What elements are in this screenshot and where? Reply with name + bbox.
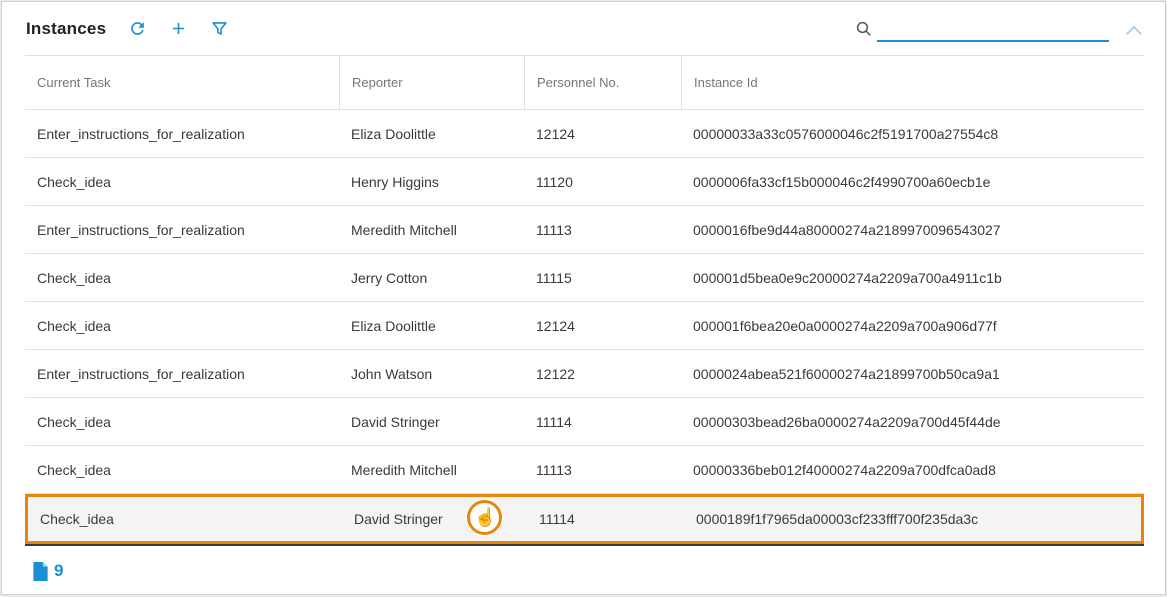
table-row[interactable]: Enter_instructions_for_realization Eliza… <box>25 110 1144 158</box>
cell-reporter: Jerry Cotton <box>339 270 524 286</box>
cursor-highlight-ring: ☝ <box>467 500 502 535</box>
cell-personnel-no: 12124 <box>524 126 681 142</box>
filter-button[interactable] <box>210 19 229 38</box>
column-header-personnel-no[interactable]: Personnel No. <box>524 56 681 109</box>
table-row[interactable]: Check_idea David Stringer 11114 00000303… <box>25 398 1144 446</box>
cell-personnel-no: 11113 <box>524 222 681 238</box>
hand-cursor-icon: ☝ <box>474 507 496 528</box>
cell-instance-id: 0000024abea521f60000274a21899700b50ca9a1 <box>681 366 1144 382</box>
cell-personnel-no: 11114 <box>524 414 681 430</box>
column-header-reporter[interactable]: Reporter <box>339 56 524 109</box>
table-row[interactable]: Enter_instructions_for_realization Mered… <box>25 206 1144 254</box>
table-row[interactable]: Enter_instructions_for_realization John … <box>25 350 1144 398</box>
cell-current-task: Enter_instructions_for_realization <box>25 126 339 142</box>
toolbar: Instances <box>2 2 1165 55</box>
cell-reporter: Meredith Mitchell <box>339 462 524 478</box>
instances-table: Current Task Reporter Personnel No. Inst… <box>25 55 1144 546</box>
cell-personnel-no: 11114 <box>527 511 684 527</box>
table-row[interactable]: Check_idea Jerry Cotton 11115 000001d5be… <box>25 254 1144 302</box>
table-row[interactable]: Check_idea Eliza Doolittle 12124 000001f… <box>25 302 1144 350</box>
page-document-icon <box>32 562 49 581</box>
cell-current-task: Check_idea <box>28 511 342 527</box>
cell-instance-id: 0000006fa33cf15b000046c2f4990700a60ecb1e <box>681 174 1144 190</box>
cell-instance-id: 000001d5bea0e9c20000274a2209a700a4911c1b <box>681 270 1144 286</box>
cell-reporter: Meredith Mitchell <box>339 222 524 238</box>
column-header-instance-id[interactable]: Instance Id <box>681 56 1144 109</box>
table-row[interactable]: Check_idea Meredith Mitchell 11113 00000… <box>25 446 1144 494</box>
cell-reporter: Eliza Doolittle <box>339 126 524 142</box>
table-row[interactable]: Check_idea David Stringer 11114 0000189f… <box>25 494 1144 544</box>
add-button[interactable] <box>169 19 188 38</box>
search-icon <box>855 20 873 42</box>
table-row[interactable]: Check_idea Henry Higgins 11120 0000006fa… <box>25 158 1144 206</box>
footer-bar: 9 <box>2 546 1165 581</box>
instances-panel: Instances <box>1 1 1166 595</box>
page-title: Instances <box>26 19 106 39</box>
cell-instance-id: 0000016fbe9d44a80000274a2189970096543027 <box>681 222 1144 238</box>
instance-count: 9 <box>54 561 63 581</box>
cell-personnel-no: 12124 <box>524 318 681 334</box>
cell-instance-id: 00000303bead26ba0000274a2209a700d45f44de <box>681 414 1144 430</box>
cell-instance-id: 000001f6bea20e0a0000274a2209a700a906d77f <box>681 318 1144 334</box>
cell-reporter: Henry Higgins <box>339 174 524 190</box>
cell-current-task: Check_idea <box>25 174 339 190</box>
cell-instance-id: 00000033a33c0576000046c2f5191700a27554c8 <box>681 126 1144 142</box>
cell-current-task: Check_idea <box>25 318 339 334</box>
column-header-current-task[interactable]: Current Task <box>25 56 339 109</box>
search-input[interactable] <box>877 16 1109 42</box>
cell-current-task: Check_idea <box>25 270 339 286</box>
refresh-button[interactable] <box>128 19 147 38</box>
cell-personnel-no: 12122 <box>524 366 681 382</box>
filter-funnel-icon <box>210 19 229 38</box>
cell-current-task: Enter_instructions_for_realization <box>25 366 339 382</box>
chevron-up-icon <box>1125 24 1143 36</box>
collapse-panel-button[interactable] <box>1125 24 1143 42</box>
cell-personnel-no: 11113 <box>524 462 681 478</box>
refresh-icon <box>128 19 147 38</box>
plus-icon <box>169 19 188 38</box>
cell-instance-id: 00000336beb012f40000274a2209a700dfca0ad8 <box>681 462 1144 478</box>
cell-personnel-no: 11115 <box>524 270 681 286</box>
cell-current-task: Check_idea <box>25 414 339 430</box>
table-header: Current Task Reporter Personnel No. Inst… <box>25 55 1144 110</box>
cell-reporter: John Watson <box>339 366 524 382</box>
cell-current-task: Enter_instructions_for_realization <box>25 222 339 238</box>
cell-reporter: Eliza Doolittle <box>339 318 524 334</box>
cell-reporter: David Stringer <box>339 414 524 430</box>
cell-personnel-no: 11120 <box>524 174 681 190</box>
cell-instance-id: 0000189f1f7965da00003cf233fff700f235da3c <box>684 511 1141 527</box>
table-body: Enter_instructions_for_realization Eliza… <box>25 110 1144 544</box>
cell-current-task: Check_idea <box>25 462 339 478</box>
